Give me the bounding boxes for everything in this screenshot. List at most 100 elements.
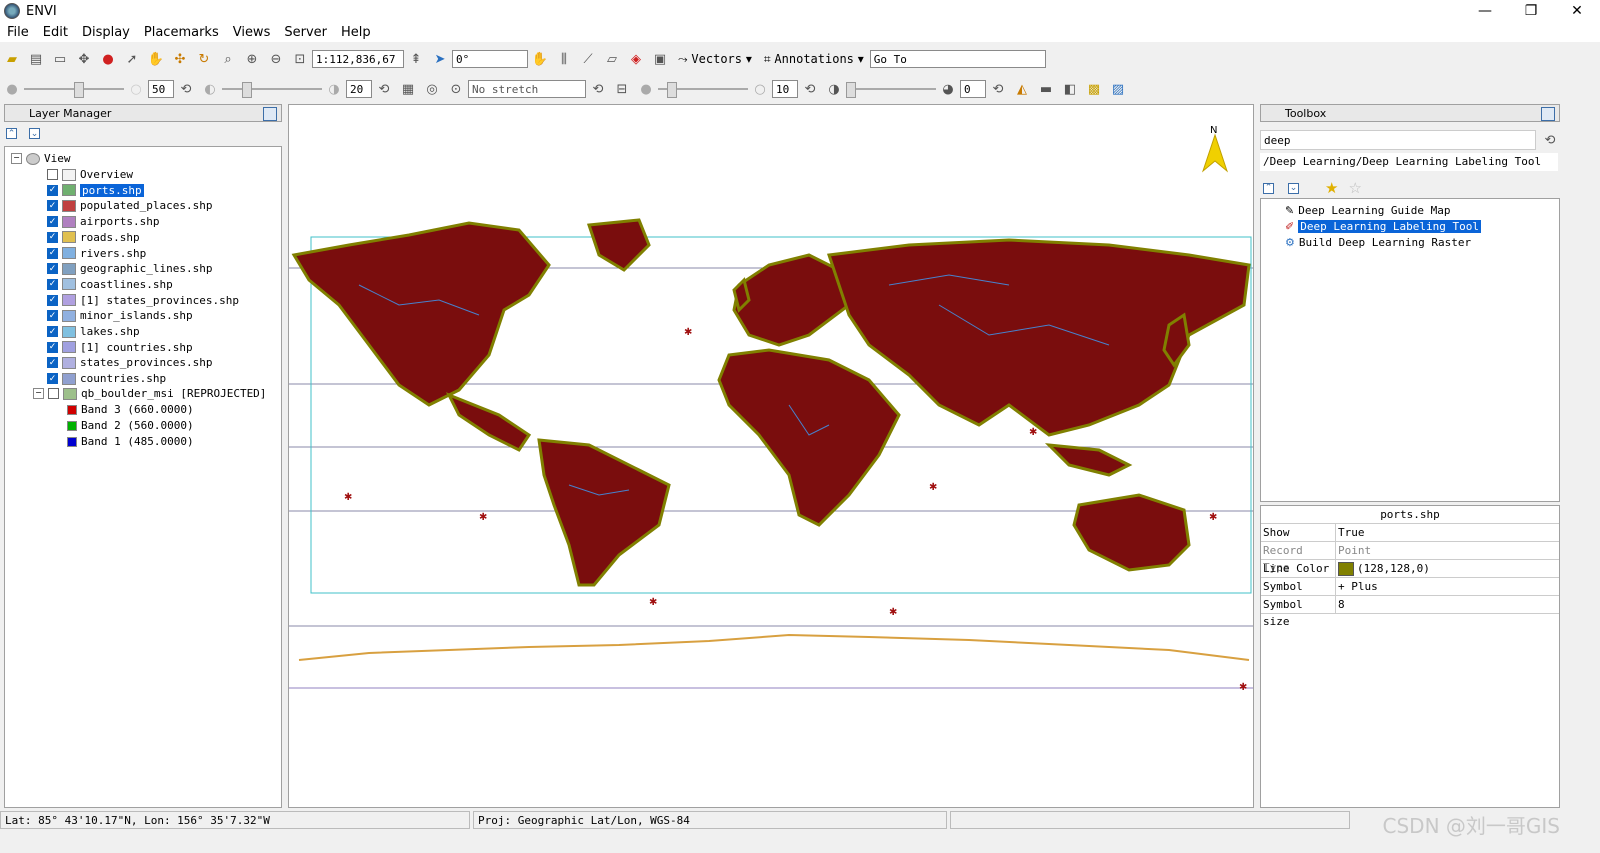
tree-node-layer[interactable]: ✓ [1] states_provinces.shp (47, 293, 239, 308)
add-favorite-icon[interactable]: ★ (1325, 179, 1338, 197)
tree-node-layer[interactable]: ✓ countries.shp (47, 371, 166, 386)
layer-checkbox[interactable]: ✓ (47, 278, 58, 290)
tree-node-view[interactable]: − View (11, 151, 71, 166)
menu-views[interactable]: Views (226, 25, 278, 40)
tree-node-layer[interactable]: ✓ geographic_lines.shp (47, 261, 212, 276)
rotate-north-icon[interactable]: ⇞ (407, 50, 425, 68)
fly-icon[interactable]: ✣ (171, 50, 189, 68)
tree-node-layer[interactable]: ✓ rivers.shp (47, 246, 146, 261)
layer-checkbox[interactable]: ✓ (47, 184, 58, 196)
layer-checkbox[interactable] (48, 388, 59, 399)
tree-node-layer[interactable]: Overview (47, 167, 133, 182)
zoom-icon[interactable]: ⌕ (219, 50, 237, 68)
tree-node-layer[interactable]: ✓ minor_islands.shp (47, 308, 193, 323)
portal-icon[interactable]: ▬ (1037, 80, 1055, 98)
sharpen-value[interactable]: 10 (772, 80, 798, 98)
reset-icon[interactable]: ⟲ (989, 80, 1007, 98)
layer-checkbox[interactable]: ✓ (47, 341, 58, 353)
view-icon[interactable]: ▭ (51, 50, 69, 68)
reset-icon[interactable]: ⟲ (801, 80, 819, 98)
annotations-dropdown[interactable]: ⌗ Annotations ▾ (764, 52, 864, 67)
toolbox-item[interactable]: ✎ Deep Learning Guide Map (1285, 203, 1451, 218)
annotation-icon[interactable]: ▣ (651, 50, 669, 68)
menu-edit[interactable]: Edit (36, 25, 75, 40)
layer-checkbox[interactable]: ✓ (47, 216, 58, 228)
toolbox-item[interactable]: ⚙ Build Deep Learning Raster (1285, 235, 1471, 250)
layer-checkbox[interactable]: ✓ (47, 357, 58, 369)
stretch-reset-icon[interactable]: ⊟ (613, 80, 631, 98)
contrast-slider[interactable] (222, 80, 322, 98)
restore-button[interactable]: ❐ (1508, 0, 1554, 22)
zoom-full-icon[interactable]: ⊡ (291, 50, 309, 68)
reset-icon[interactable]: ⟲ (177, 80, 195, 98)
collapse-all-icon[interactable]: ⌃ (6, 128, 17, 139)
refresh-icon[interactable]: ⟲ (1541, 131, 1559, 149)
rotate-arrow-icon[interactable]: ➤ (431, 50, 449, 68)
contrast-value[interactable]: 20 (346, 80, 372, 98)
tree-node-layer[interactable]: ✓ populated_places.shp (47, 198, 212, 213)
stretch-settings-icon[interactable]: ⊙ (447, 80, 465, 98)
layer-checkbox[interactable]: ✓ (47, 231, 58, 243)
layer-checkbox[interactable] (47, 169, 58, 180)
rotation-input[interactable]: 0° (452, 50, 528, 68)
roi-icon[interactable]: ◈ (627, 50, 645, 68)
menu-display[interactable]: Display (75, 25, 137, 40)
tree-node-layer[interactable]: ✓ [1] countries.shp (47, 340, 193, 355)
world-map[interactable]: ✱ ✱ ✱ ✱ ✱ ✱ ✱ ✱ ✱ N (289, 105, 1254, 808)
brightness-value[interactable]: 50 (148, 80, 174, 98)
remove-favorite-icon[interactable]: ☆ (1348, 179, 1361, 197)
placemark-icon[interactable]: ● (99, 50, 117, 68)
property-row[interactable]: Show True (1261, 524, 1559, 542)
property-row[interactable]: Record Type Point (1261, 542, 1559, 574)
rotate-icon[interactable]: ↻ (195, 50, 213, 68)
band-item[interactable]: Band 3 (660.0000) (67, 402, 194, 417)
chip-icon[interactable]: ◭ (1013, 80, 1031, 98)
histogram-icon[interactable]: ◎ (423, 80, 441, 98)
toolbox-search-input[interactable]: deep (1260, 130, 1536, 150)
color-swatch[interactable] (1338, 561, 1354, 576)
scale-input[interactable]: 1:112,836,67 (312, 50, 404, 68)
property-row[interactable]: Symbol + Plus (1261, 578, 1559, 596)
close-button[interactable]: ✕ (1554, 0, 1600, 22)
crosshair-icon[interactable]: ✥ (75, 50, 93, 68)
layer-checkbox[interactable]: ✓ (47, 247, 58, 259)
expand-all-icon[interactable]: ⌄ (1288, 182, 1299, 194)
menu-server[interactable]: Server (277, 25, 334, 40)
zoom-in-icon[interactable]: ⊕ (243, 50, 261, 68)
sharpen-slider[interactable] (658, 80, 748, 98)
property-row[interactable]: Line Color (128,128,0) (1261, 560, 1559, 578)
flicker-icon[interactable]: ▩ (1085, 80, 1103, 98)
layer-checkbox[interactable]: ✓ (47, 294, 58, 306)
tree-node-layer[interactable]: ✓ airports.shp (47, 214, 159, 229)
measure-icon[interactable]: ⫼ (555, 50, 573, 68)
menu-help[interactable]: Help (334, 25, 378, 40)
layer-checkbox[interactable]: ✓ (47, 310, 58, 322)
refresh-icon[interactable]: ⟲ (589, 80, 607, 98)
band-item[interactable]: Band 1 (485.0000) (67, 434, 194, 449)
layer-checkbox[interactable]: ✓ (47, 200, 58, 212)
layer-checkbox[interactable]: ✓ (47, 326, 58, 337)
transparency-slider[interactable] (846, 80, 936, 98)
select-arrow-icon[interactable]: ➚ (123, 50, 141, 68)
brightness-slider[interactable] (24, 80, 124, 98)
menu-file[interactable]: File (0, 25, 36, 40)
toolbox-item[interactable]: ✐ Deep Learning Labeling Tool (1285, 219, 1482, 234)
layer-checkbox[interactable]: ✓ (47, 373, 58, 385)
tree-node-raster[interactable]: − qb_boulder_msi [REPROJECTED] (33, 386, 266, 401)
collapse-all-icon[interactable]: ⌃ (1263, 182, 1274, 194)
blend-icon[interactable]: ◧ (1061, 80, 1079, 98)
pin-icon[interactable] (263, 107, 277, 121)
open-folder-icon[interactable]: ▰ (3, 50, 21, 68)
pin-icon[interactable] (1541, 107, 1555, 121)
menu-placemarks[interactable]: Placemarks (137, 25, 226, 40)
tree-node-layer[interactable]: ✓ ports.shp (47, 183, 144, 198)
reset-icon[interactable]: ⟲ (375, 80, 393, 98)
layer-checkbox[interactable]: ✓ (47, 263, 58, 275)
zoom-out-icon[interactable]: ⊖ (267, 50, 285, 68)
polygon-edit-icon[interactable]: ▱ (603, 50, 621, 68)
tree-node-layer[interactable]: ✓ coastlines.shp (47, 277, 173, 292)
collapse-icon[interactable]: − (11, 153, 22, 164)
stretch-icon[interactable]: ▦ (399, 80, 417, 98)
stretch-select[interactable]: No stretch (468, 80, 586, 98)
band-item[interactable]: Band 2 (560.0000) (67, 418, 194, 433)
